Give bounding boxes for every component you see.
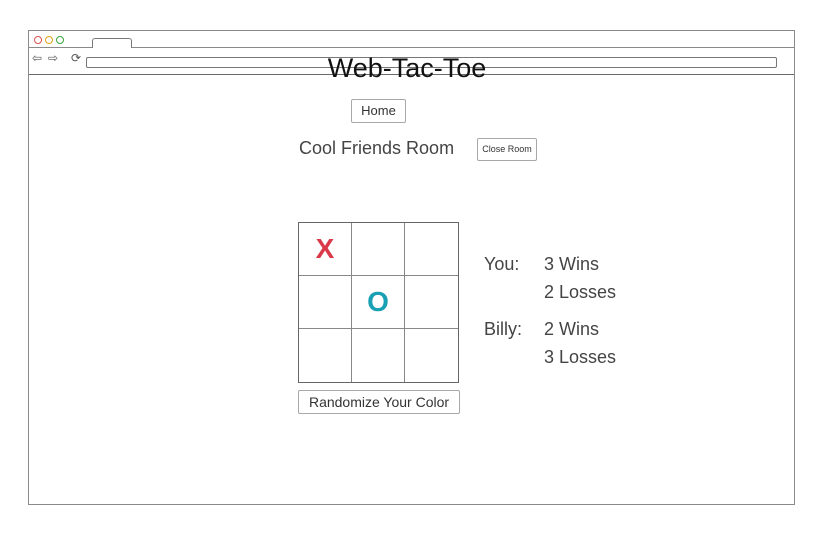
randomize-color-button[interactable]: Randomize Your Color [298, 390, 460, 414]
you-losses: 2 Losses [544, 282, 617, 302]
opponent-wins: 2 Wins [544, 319, 600, 339]
player-label-opponent: Billy: [484, 319, 523, 339]
player-label-you: You: [484, 254, 520, 274]
board-cell[interactable] [299, 276, 352, 329]
close-room-button[interactable]: Close Room [477, 138, 537, 161]
board-cell-x-mark[interactable]: X [299, 223, 352, 276]
board-cell-o-mark[interactable]: O [352, 276, 405, 329]
maximize-window-icon[interactable] [56, 36, 64, 44]
board-cell[interactable] [405, 329, 458, 382]
browser-tab[interactable] [92, 38, 132, 48]
board-cell[interactable] [405, 223, 458, 276]
board-cell[interactable] [352, 329, 405, 382]
title-bar [29, 31, 794, 48]
game-board: X O [298, 222, 459, 383]
minimize-window-icon[interactable] [45, 36, 53, 44]
you-wins: 3 Wins [544, 254, 600, 274]
close-window-icon[interactable] [34, 36, 42, 44]
home-button[interactable]: Home [351, 99, 406, 123]
board-cell[interactable] [405, 276, 458, 329]
opponent-losses: 3 Losses [544, 347, 617, 367]
board-cell[interactable] [352, 223, 405, 276]
page-title: Web-Tac-Toe [327, 53, 487, 83]
board-cell[interactable] [299, 329, 352, 382]
room-name: Cool Friends Room [299, 138, 455, 158]
